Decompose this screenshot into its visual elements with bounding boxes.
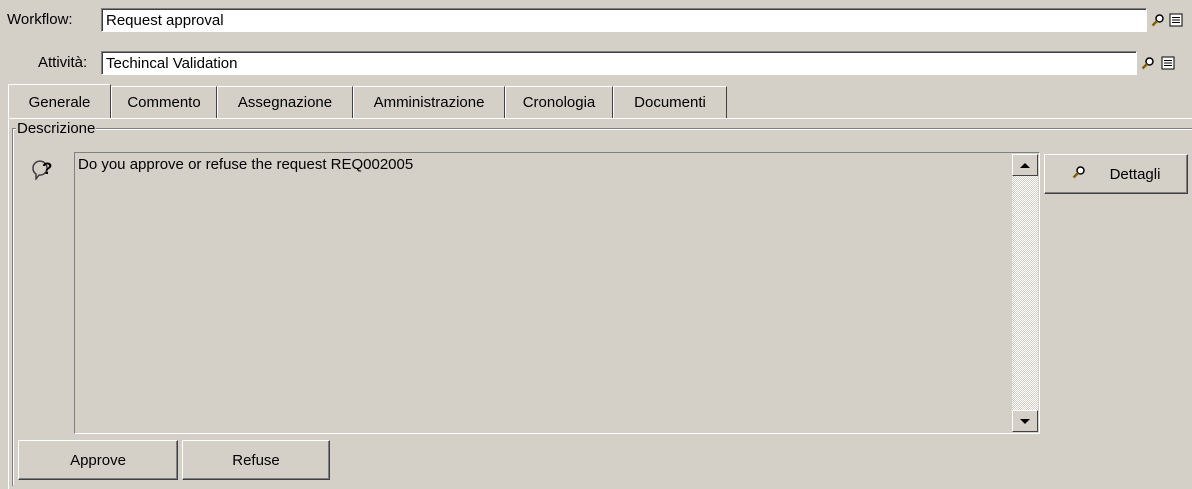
scroll-up-button[interactable]	[1012, 154, 1038, 176]
svg-text:?: ?	[42, 159, 52, 178]
activity-label: Attività:	[38, 54, 88, 71]
tab-cronologia[interactable]: Cronologia	[505, 86, 613, 118]
details-button[interactable]: Dettagli	[1044, 154, 1188, 194]
approve-label: Approve	[70, 451, 126, 469]
workflow-row: Workflow: Request approval	[0, 8, 1192, 32]
tab-generale[interactable]: Generale	[8, 84, 111, 118]
workflow-detail-icon[interactable]	[1168, 12, 1184, 28]
description-box[interactable]: Do you approve or refuse the request REQ…	[74, 152, 1040, 434]
scroll-down-button[interactable]	[1012, 410, 1038, 432]
activity-field[interactable]: Techincal Validation	[101, 51, 1137, 75]
activity-detail-icon[interactable]	[1160, 55, 1176, 71]
approve-button[interactable]: Approve	[18, 440, 178, 480]
refuse-button[interactable]: Refuse	[182, 440, 330, 480]
tab-amministrazione[interactable]: Amministrazione	[353, 86, 505, 118]
activity-row: Attività: Techincal Validation	[0, 51, 1192, 75]
workflow-search-icon[interactable]	[1150, 12, 1166, 28]
description-text: Do you approve or refuse the request REQ…	[78, 156, 414, 173]
workflow-label: Workflow:	[7, 11, 73, 28]
refuse-label: Refuse	[232, 451, 280, 469]
tab-documenti[interactable]: Documenti	[613, 86, 727, 118]
activity-search-icon[interactable]	[1140, 55, 1156, 71]
tab-assegnazione[interactable]: Assegnazione	[217, 86, 353, 118]
question-bubble-icon: ?	[29, 158, 69, 182]
description-scrollbar[interactable]	[1012, 154, 1038, 432]
tab-commento[interactable]: Commento	[111, 86, 217, 118]
description-legend: Descrizione	[16, 120, 97, 137]
workflow-field[interactable]: Request approval	[101, 8, 1147, 32]
details-label: Dettagli	[1109, 165, 1161, 183]
arrow-down-icon	[1020, 418, 1030, 424]
magnifier-icon	[1072, 165, 1086, 183]
arrow-up-icon	[1020, 162, 1030, 168]
